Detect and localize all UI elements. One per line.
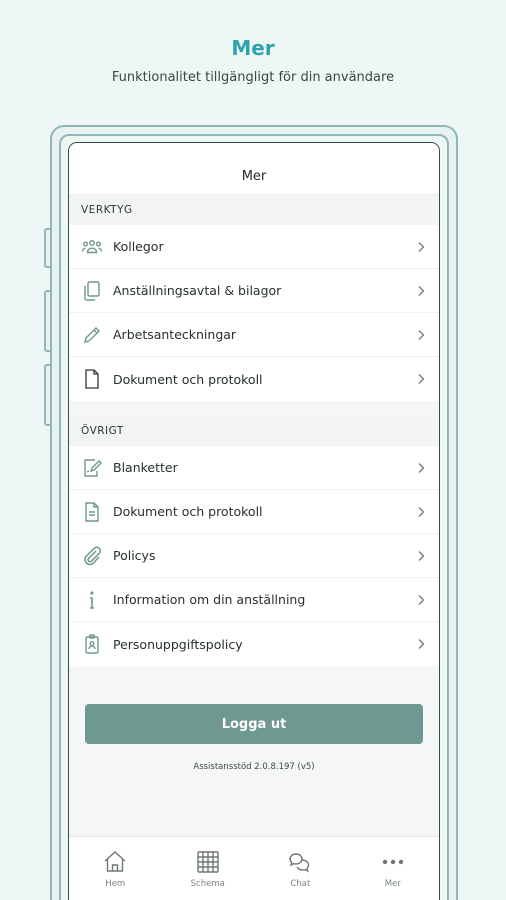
menu-item-information[interactable]: Information om din anställning (69, 578, 439, 622)
menu-item-arbetsanteckningar[interactable]: Arbetsanteckningar (69, 313, 439, 357)
more-dots-icon (382, 859, 403, 865)
app-screen: Mer VERKTYG Kollegor Anställningsavtal &… (68, 142, 440, 900)
home-icon (104, 851, 126, 872)
menu-item-label: Personuppgiftspolicy (113, 636, 243, 652)
menu-item-label: Kollegor (113, 239, 164, 254)
chevron-right-icon (418, 594, 425, 605)
tab-label: Chat (290, 879, 311, 889)
screen-title: Mer (241, 169, 267, 184)
app-version: Assistansstöd 2.0.8.197 (v5) (193, 762, 315, 772)
colleagues-icon (81, 236, 103, 258)
tab-bar: Hem Schema Chat Mer (69, 836, 439, 900)
tab-label: Schema (190, 879, 225, 889)
logout-button[interactable]: Logga ut (85, 704, 423, 744)
promo-subtitle: Funktionalitet tillgängligt för din anvä… (111, 70, 395, 85)
tab-hem[interactable]: Hem (69, 837, 162, 900)
chevron-right-icon (418, 462, 425, 473)
menu-item-anstallningsavtal[interactable]: Anställningsavtal & bilagor (69, 269, 439, 313)
chevron-right-icon (418, 285, 425, 296)
menu-item-label: Dokument och protokoll (113, 504, 263, 519)
tab-label: Mer (384, 879, 401, 889)
chevron-right-icon (418, 506, 425, 517)
chevron-right-icon (418, 374, 425, 384)
tab-mer[interactable]: Mer (347, 837, 440, 900)
verktyg-list: Kollegor Anställningsavtal & bilagor Arb… (69, 225, 439, 401)
tab-schema[interactable]: Schema (162, 837, 255, 900)
promo-title: Mer (231, 36, 275, 60)
menu-item-label: Information om din anställning (113, 592, 306, 607)
form-edit-icon (81, 457, 103, 479)
pencil-icon (81, 324, 103, 346)
chevron-right-icon (418, 241, 425, 252)
document-lines-icon (81, 501, 103, 523)
menu-item-blanketter[interactable]: Blanketter (69, 446, 439, 490)
id-badge-icon (81, 633, 103, 655)
ovrigt-list: Blanketter Dokument och protokoll Policy… (69, 446, 439, 666)
calendar-icon (197, 851, 219, 873)
menu-item-label: Anställningsavtal & bilagor (113, 283, 282, 298)
menu-item-dokument-protokoll-2[interactable]: Dokument och protokoll (69, 490, 439, 534)
menu-item-dokument-protokoll[interactable]: Dokument och protokoll (69, 357, 439, 401)
document-icon (81, 368, 103, 390)
chat-icon (289, 853, 310, 873)
documents-copy-icon (81, 280, 103, 302)
section-title-verktyg: VERKTYG (69, 195, 439, 225)
menu-item-kollegor[interactable]: Kollegor (69, 225, 439, 269)
info-icon (81, 589, 103, 611)
chevron-right-icon (418, 550, 425, 561)
menu-item-label: Policys (113, 548, 156, 563)
menu-item-personuppgiftspolicy[interactable]: Personuppgiftspolicy (69, 622, 439, 666)
screen-header: Mer (69, 143, 439, 195)
chevron-right-icon (418, 329, 425, 340)
menu-item-policys[interactable]: Policys (69, 534, 439, 578)
tab-label: Hem (105, 879, 126, 889)
tab-chat[interactable]: Chat (254, 837, 347, 900)
section-title-ovrigt: ÖVRIGT (69, 416, 439, 446)
paperclip-icon (81, 545, 103, 567)
menu-item-label: Arbetsanteckningar (113, 327, 237, 342)
menu-item-label: Blanketter (113, 460, 178, 475)
menu-item-label: Dokument och protokoll (113, 371, 263, 387)
chevron-right-icon (418, 639, 425, 649)
